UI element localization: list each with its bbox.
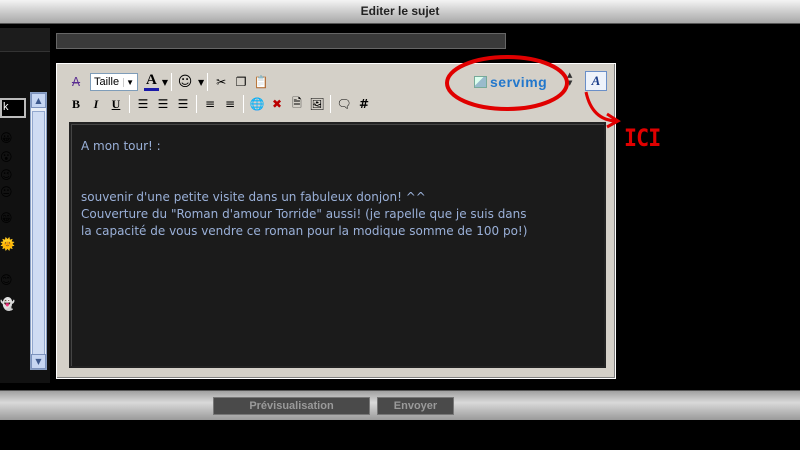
preview-button[interactable]: Prévisualisation [213, 397, 370, 415]
smiley-laugh-icon[interactable]: 😀 [0, 132, 13, 144]
smiley-grin-icon[interactable]: 😁 [0, 212, 13, 224]
chevron-down-icon: ▼ [123, 77, 134, 87]
underline-button[interactable]: U [106, 94, 126, 114]
smiley-neutral-icon[interactable]: 😐 [0, 186, 13, 198]
scroll-down-icon[interactable]: ▼ [31, 354, 46, 369]
title-bar: Editer le sujet [0, 0, 800, 24]
left-panel-header [0, 28, 50, 52]
message-textarea[interactable]: A mon tour! : souvenir d'une petite visit… [69, 122, 606, 368]
send-button[interactable]: Envoyer [377, 397, 454, 415]
smiley-happy-icon[interactable]: 😊 [0, 274, 13, 286]
document-icon[interactable]: 🗎 [287, 94, 307, 114]
text-color-button[interactable]: A ▼ [144, 73, 168, 91]
chevron-down-icon: ▼ [161, 77, 168, 87]
font-color-icon: A [144, 73, 159, 91]
switch-editor-icon[interactable]: A [585, 71, 607, 91]
subject-bar [56, 33, 506, 49]
remove-format-icon[interactable]: A [66, 72, 86, 92]
toolbar-divider [207, 73, 209, 91]
smiley-surprised-icon[interactable]: 😮 [0, 151, 13, 163]
smiley-search-input[interactable]: k [0, 98, 26, 118]
cut-icon[interactable]: ✂ [211, 72, 231, 92]
toolbar-divider [171, 73, 172, 91]
annotation-label: ICI [624, 124, 661, 152]
annotation-ellipse [445, 55, 569, 111]
copy-icon[interactable]: ❐ [231, 72, 251, 92]
smiley-scrollbar[interactable]: ▲ ▼ [30, 92, 47, 370]
bullet-list-icon[interactable]: ≡ [220, 94, 240, 114]
image-icon[interactable]: 🖼 [307, 94, 327, 114]
smiley-wink-icon[interactable]: 😉 [0, 169, 13, 181]
page-title: Editer le sujet [360, 4, 440, 18]
italic-button[interactable]: I [86, 94, 106, 114]
size-select[interactable]: Taille ▼ [90, 73, 138, 91]
toolbar-row-1: A Taille ▼ A ▼ ☺ ▼ ✂ ❐ 📋 [66, 72, 271, 92]
annotation-arrow-icon [584, 91, 621, 129]
toolbar-divider [330, 95, 331, 113]
chevron-down-icon[interactable]: ▼ [198, 78, 204, 87]
align-center-icon[interactable]: ☰ [153, 94, 173, 114]
paste-icon[interactable]: 📋 [251, 72, 271, 92]
link-icon[interactable]: 🌐 [247, 94, 267, 114]
align-right-icon[interactable]: ☰ [173, 94, 193, 114]
toolbar-divider [196, 95, 197, 113]
toolbar-divider [243, 95, 244, 113]
text-line-3: Couverture du "Roman d'amour Torride" au… [81, 207, 527, 221]
smiley-ghost-icon[interactable]: 👻 [0, 298, 15, 310]
code-button[interactable]: # [354, 94, 374, 114]
numbered-list-icon[interactable]: ≡ [200, 94, 220, 114]
scroll-up-icon[interactable]: ▲ [31, 93, 46, 108]
size-select-label: Taille [94, 76, 120, 88]
quote-icon[interactable]: 🗨 [334, 94, 354, 114]
text-line-2: souvenir d'une petite visite dans un fab… [81, 190, 426, 204]
toolbar-row-2: B I U ☰ ☰ ☰ ≡ ≡ 🌐 ✖ 🗎 🖼 🗨 # [66, 94, 374, 114]
text-line-1: A mon tour! : [81, 139, 161, 153]
smiley-icon[interactable]: ☺ [175, 72, 195, 92]
text-line-4: la capacité de vous vendre ce roman pour… [81, 224, 528, 238]
align-left-icon[interactable]: ☰ [133, 94, 153, 114]
scrollbar-thumb[interactable] [32, 111, 45, 356]
unlink-icon[interactable]: ✖ [267, 94, 287, 114]
bold-button[interactable]: B [66, 94, 86, 114]
toolbar-divider [129, 95, 130, 113]
text-gap [81, 155, 604, 189]
smiley-sun-icon[interactable]: 🌞 [0, 238, 15, 250]
